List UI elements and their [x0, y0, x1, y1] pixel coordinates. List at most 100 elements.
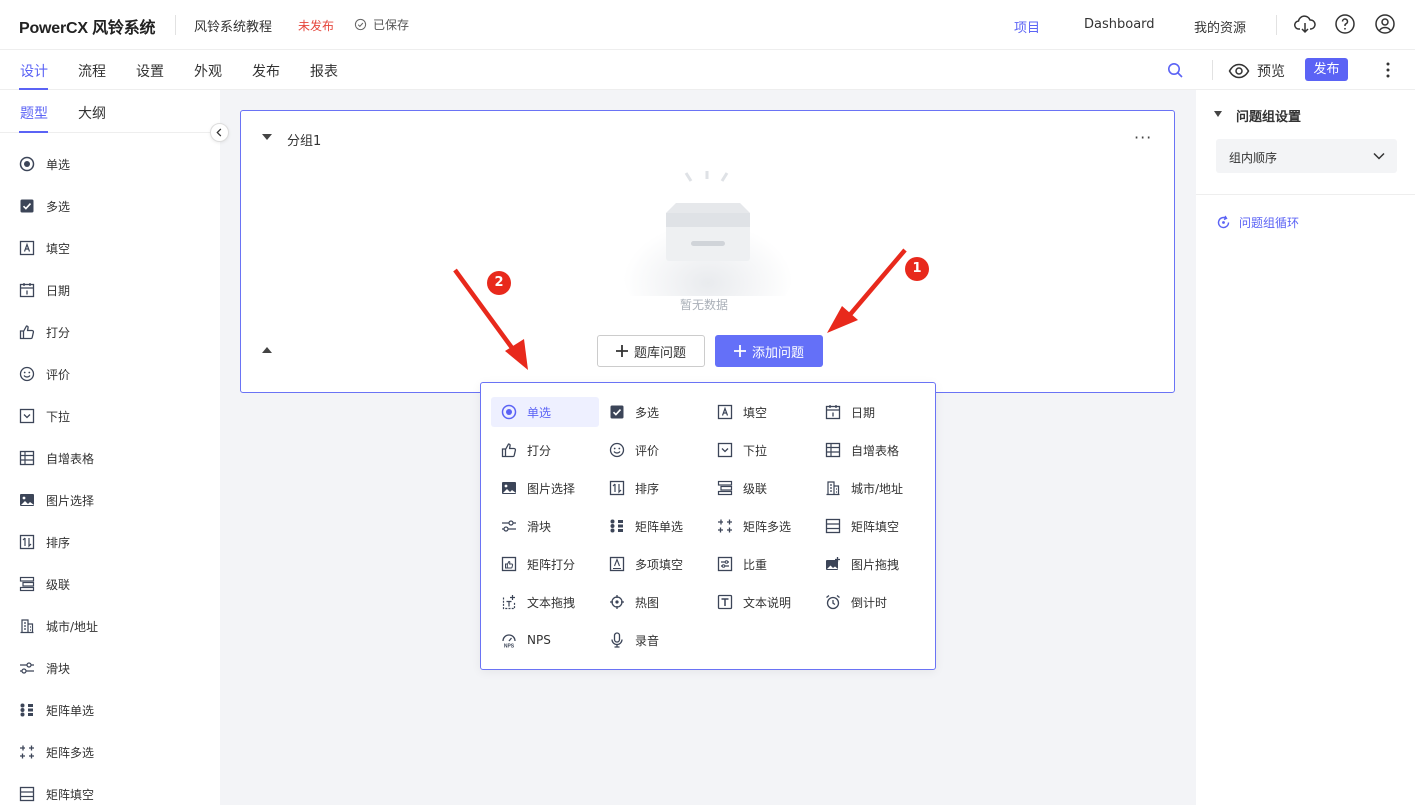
- type-sort[interactable]: 排序: [19, 532, 70, 552]
- preview-label: 预览: [1257, 64, 1285, 80]
- popup-matrix-fill[interactable]: 矩阵填空: [815, 511, 923, 541]
- type-cascade[interactable]: 级联: [19, 574, 70, 594]
- search-icon[interactable]: [1167, 62, 1184, 79]
- type-label: 矩阵单选: [46, 703, 95, 718]
- user-avatar-icon[interactable]: [1374, 13, 1396, 35]
- type-multi-choice[interactable]: 多选: [19, 196, 70, 216]
- nav-dashboard[interactable]: Dashboard: [1084, 17, 1155, 32]
- tab-outline[interactable]: 大纲: [78, 103, 106, 123]
- expand-group-icon[interactable]: [262, 347, 272, 353]
- popup-label: 图片拖拽: [851, 557, 900, 572]
- type-city-address[interactable]: 城市/地址: [19, 616, 98, 636]
- collapse-group-icon[interactable]: [262, 134, 272, 140]
- popup-single-choice[interactable]: 单选: [491, 397, 599, 427]
- popup-multi-fill[interactable]: 多项填空: [599, 549, 707, 579]
- matrix-multi-icon: [19, 744, 35, 760]
- popup-nps[interactable]: NPS: [491, 625, 599, 655]
- cloud-download-icon[interactable]: [1294, 13, 1316, 35]
- type-dropdown[interactable]: 下拉: [19, 406, 70, 426]
- collapse-section-icon[interactable]: [1214, 111, 1222, 117]
- more-vertical-icon[interactable]: [1380, 60, 1396, 80]
- tab-report[interactable]: 报表: [310, 61, 338, 81]
- publish-button[interactable]: 发布: [1305, 58, 1348, 81]
- help-icon[interactable]: [1334, 13, 1356, 35]
- popup-text-description[interactable]: 文本说明: [707, 587, 815, 617]
- group-more-icon[interactable]: ···: [1134, 130, 1152, 146]
- type-image-choice[interactable]: 图片选择: [19, 490, 94, 510]
- popup-score[interactable]: 打分: [491, 435, 599, 465]
- popup-label: 矩阵多选: [743, 519, 792, 534]
- type-fill-blank[interactable]: 填空: [19, 238, 70, 258]
- type-matrix-fill[interactable]: 矩阵填空: [19, 784, 94, 804]
- group-title[interactable]: 分组1: [287, 130, 321, 149]
- question-bank-button[interactable]: 题库问题: [597, 335, 705, 367]
- popup-weight[interactable]: 比重: [707, 549, 815, 579]
- multi-fill-icon: [609, 556, 625, 572]
- tab-flow[interactable]: 流程: [78, 61, 106, 81]
- popup-multi-choice[interactable]: 多选: [599, 397, 707, 427]
- dropdown-icon: [717, 442, 733, 458]
- project-name[interactable]: 风铃系统教程: [194, 16, 272, 35]
- type-label: 级联: [46, 577, 71, 592]
- type-matrix-multi[interactable]: 矩阵多选: [19, 742, 94, 762]
- popup-sort[interactable]: 排序: [599, 473, 707, 503]
- thumbs-up-icon: [501, 442, 517, 458]
- tab-settings[interactable]: 设置: [136, 61, 164, 81]
- type-single-choice[interactable]: 单选: [19, 154, 70, 174]
- nav-my-resources[interactable]: 我的资源: [1194, 17, 1246, 36]
- popup-date[interactable]: 日期: [815, 397, 923, 427]
- loop-icon: [1217, 215, 1230, 229]
- type-matrix-single[interactable]: 矩阵单选: [19, 700, 94, 720]
- popup-cascade[interactable]: 级联: [707, 473, 815, 503]
- popup-recording[interactable]: 录音: [599, 625, 707, 655]
- popup-slider[interactable]: 滑块: [491, 511, 599, 541]
- popup-heatmap[interactable]: 热图: [599, 587, 707, 617]
- type-label: 打分: [46, 325, 71, 340]
- type-rating[interactable]: 评价: [19, 364, 70, 384]
- annotation-badge-2: 2: [487, 271, 511, 295]
- popup-text-drag[interactable]: 文本拖拽: [491, 587, 599, 617]
- text-icon: [717, 594, 733, 610]
- type-slider[interactable]: 滑块: [19, 658, 70, 678]
- text-drag-icon: [501, 594, 517, 610]
- tab-question-types[interactable]: 题型: [20, 103, 48, 123]
- alarm-clock-icon: [825, 594, 841, 610]
- checkbox-icon: [609, 404, 625, 420]
- tab-design[interactable]: 设计: [20, 61, 48, 81]
- popup-image-choice[interactable]: 图片选择: [491, 473, 599, 503]
- group-loop-link[interactable]: 问题组循环: [1216, 214, 1299, 231]
- top-bar: PowerCX 风铃系统 风铃系统教程 未发布 已保存 项目 Dashboard…: [0, 0, 1415, 50]
- sort-icon: [19, 534, 35, 550]
- annotation-badge-1: 1: [905, 257, 929, 281]
- popup-fill-blank[interactable]: 填空: [707, 397, 815, 427]
- popup-image-drag[interactable]: 图片拖拽: [815, 549, 923, 579]
- crosshair-icon: [609, 594, 625, 610]
- popup-matrix-single[interactable]: 矩阵单选: [599, 511, 707, 541]
- popup-rating[interactable]: 评价: [599, 435, 707, 465]
- type-score[interactable]: 打分: [19, 322, 70, 342]
- smiley-icon: [609, 442, 625, 458]
- popup-auto-table[interactable]: 自增表格: [815, 435, 923, 465]
- popup-countdown[interactable]: 倒计时: [815, 587, 923, 617]
- popup-dropdown[interactable]: 下拉: [707, 435, 815, 465]
- divider: [1276, 15, 1277, 35]
- building-icon: [19, 618, 35, 634]
- type-label: 填空: [46, 241, 71, 256]
- popup-city-address[interactable]: 城市/地址: [815, 473, 923, 503]
- question-group-card[interactable]: 分组1 ··· 暂无数据 题库问题 添加问题: [240, 110, 1175, 393]
- type-label: 单选: [46, 157, 71, 172]
- popup-matrix-multi[interactable]: 矩阵多选: [707, 511, 815, 541]
- tab-appearance[interactable]: 外观: [194, 61, 222, 81]
- preview-button[interactable]: 预览: [1228, 61, 1285, 81]
- order-select[interactable]: 组内顺序: [1216, 139, 1397, 173]
- app-logo[interactable]: PowerCX 风铃系统: [19, 14, 155, 38]
- type-auto-table[interactable]: 自增表格: [19, 448, 94, 468]
- popup-matrix-score[interactable]: 矩阵打分: [491, 549, 599, 579]
- tab-publish[interactable]: 发布: [252, 61, 280, 81]
- add-question-button[interactable]: 添加问题: [715, 335, 823, 367]
- nav-projects[interactable]: 项目: [1014, 17, 1040, 36]
- collapse-panel-icon[interactable]: [210, 123, 229, 142]
- type-date[interactable]: 日期: [19, 280, 70, 300]
- popup-label: 滑块: [527, 519, 552, 534]
- popup-label: 打分: [527, 443, 552, 458]
